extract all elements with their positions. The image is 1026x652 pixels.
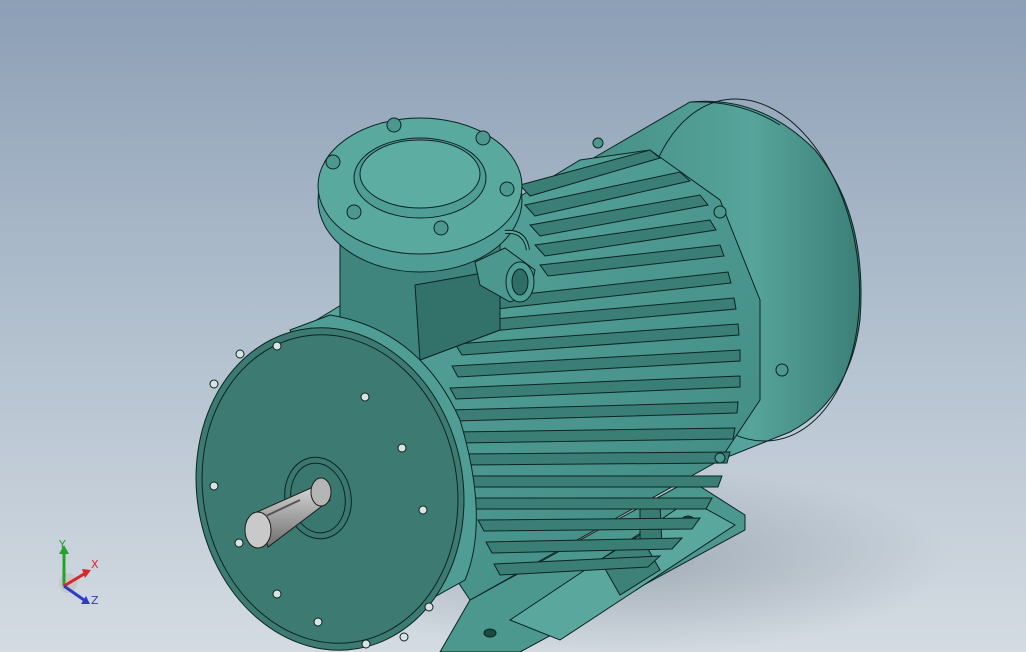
triad-x-label: X xyxy=(91,558,99,571)
view-orientation-triad[interactable]: Y X Z xyxy=(46,538,116,612)
triad-z-label: Z xyxy=(91,594,99,607)
triad-axes-icon xyxy=(59,545,91,604)
graphics-viewport[interactable]: Y X Z xyxy=(0,0,1026,652)
triad-y-label: Y xyxy=(59,538,66,551)
motor-model[interactable] xyxy=(0,0,1026,652)
